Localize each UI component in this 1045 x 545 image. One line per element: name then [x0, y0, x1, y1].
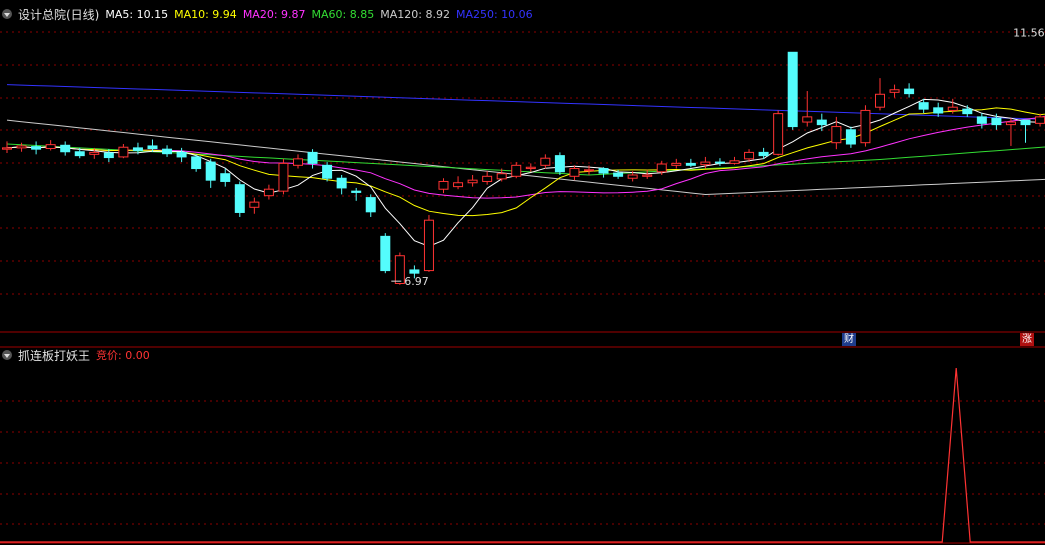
low-price-label: 6.97 [404, 275, 429, 288]
candle-body [74, 151, 85, 157]
candle-body [991, 117, 1002, 126]
kline-chart[interactable]: 6.97 11.56 [0, 0, 1045, 545]
candle-body [467, 179, 478, 184]
main-legend: 设计总院(日线) MA5: 10.15 MA10: 9.94 MA20: 9.8… [2, 5, 533, 23]
chevron-down-icon[interactable] [2, 9, 12, 19]
sub-legend: 抓连板打妖王 竞价: 0.00 [2, 346, 150, 364]
candle-body [627, 174, 638, 179]
indicator-title: 抓连板打妖王 [18, 348, 91, 363]
candle-body [2, 147, 12, 150]
candle-body [1020, 119, 1031, 126]
candle-body [511, 164, 522, 177]
ma60-label: MA60: 8.85 [311, 7, 375, 21]
candle-body [307, 151, 318, 164]
high-price-label: 11.56 [1013, 26, 1045, 39]
candle-body [1035, 116, 1045, 124]
candle-body [685, 162, 696, 166]
candle-body [191, 156, 202, 170]
candle-body [16, 145, 27, 149]
candle-body [365, 197, 376, 213]
candle-body [787, 51, 798, 128]
candle-body [700, 161, 711, 166]
candle-body [482, 175, 493, 182]
candle-body [860, 109, 871, 144]
candle-body [60, 144, 71, 153]
ma10-label: MA10: 9.94 [174, 7, 237, 21]
candle-body [176, 151, 187, 158]
ma120-line [6, 119, 1045, 196]
ma60-line [6, 143, 1045, 176]
candle-body [569, 168, 580, 177]
candle-body [1005, 121, 1016, 126]
candle-body [409, 269, 420, 274]
candle-body [322, 164, 333, 179]
limit-up-badge[interactable]: 涨 [1020, 333, 1034, 346]
ma10-line [6, 107, 1045, 217]
candle-body [423, 219, 434, 272]
candle-body [947, 106, 958, 111]
candle-body [89, 151, 100, 155]
candle-body [845, 129, 856, 145]
candle-body [802, 116, 813, 123]
candle-body [525, 166, 536, 170]
chevron-down-icon[interactable] [2, 350, 12, 360]
candle-body [162, 148, 173, 155]
candle-body [234, 184, 245, 213]
candle-body [132, 147, 143, 151]
candle-body [263, 188, 274, 197]
ma250-line [6, 84, 1045, 120]
candle-body [976, 116, 987, 124]
candle-body [118, 146, 129, 158]
finance-badge[interactable]: 财 [842, 333, 856, 346]
indicator-line [0, 367, 1045, 543]
candle-body [336, 177, 347, 189]
candle-body [744, 151, 755, 160]
candle-body [554, 155, 565, 173]
candle-body [584, 169, 594, 172]
candle-body [380, 235, 391, 272]
candle-body [598, 168, 609, 174]
candle-body [816, 119, 827, 126]
ma250-label: MA250: 10.06 [455, 7, 533, 21]
candle-body [904, 88, 915, 95]
candle-body [496, 173, 507, 180]
indicator-value: 竞价: 0.00 [96, 349, 150, 362]
candle-body [962, 108, 973, 115]
candle-body [671, 162, 682, 166]
candle-body [438, 180, 449, 190]
candle-body [889, 89, 900, 93]
candle-body [351, 190, 362, 193]
ma5-line [6, 98, 1045, 247]
candle-body [918, 102, 929, 110]
ma20-label: MA20: 9.87 [242, 7, 306, 21]
candle-body [103, 152, 114, 159]
candle-body [729, 160, 740, 164]
stock-title: 设计总院(日线) [18, 7, 100, 22]
candle-body [773, 113, 784, 155]
candle-body [45, 144, 56, 150]
candle-body [656, 163, 667, 173]
candle-body [394, 255, 405, 285]
candle-body [714, 161, 725, 164]
ma120-label: MA120: 8.92 [380, 7, 450, 21]
candle-body [933, 107, 944, 114]
candle-body [613, 172, 624, 177]
ma5-label: MA5: 10.15 [105, 7, 169, 21]
candle-body [205, 161, 216, 181]
candle-body [831, 126, 842, 144]
candle-body [278, 162, 289, 192]
candle-body [453, 182, 464, 188]
candle-body [758, 151, 769, 157]
candle-body [642, 174, 653, 177]
candle-body [31, 146, 42, 150]
candle-body [220, 173, 231, 182]
candle-body [293, 158, 303, 166]
candle-body [540, 157, 551, 166]
candle-body [875, 93, 885, 108]
candle-body [147, 145, 158, 150]
candle-body [249, 201, 260, 208]
